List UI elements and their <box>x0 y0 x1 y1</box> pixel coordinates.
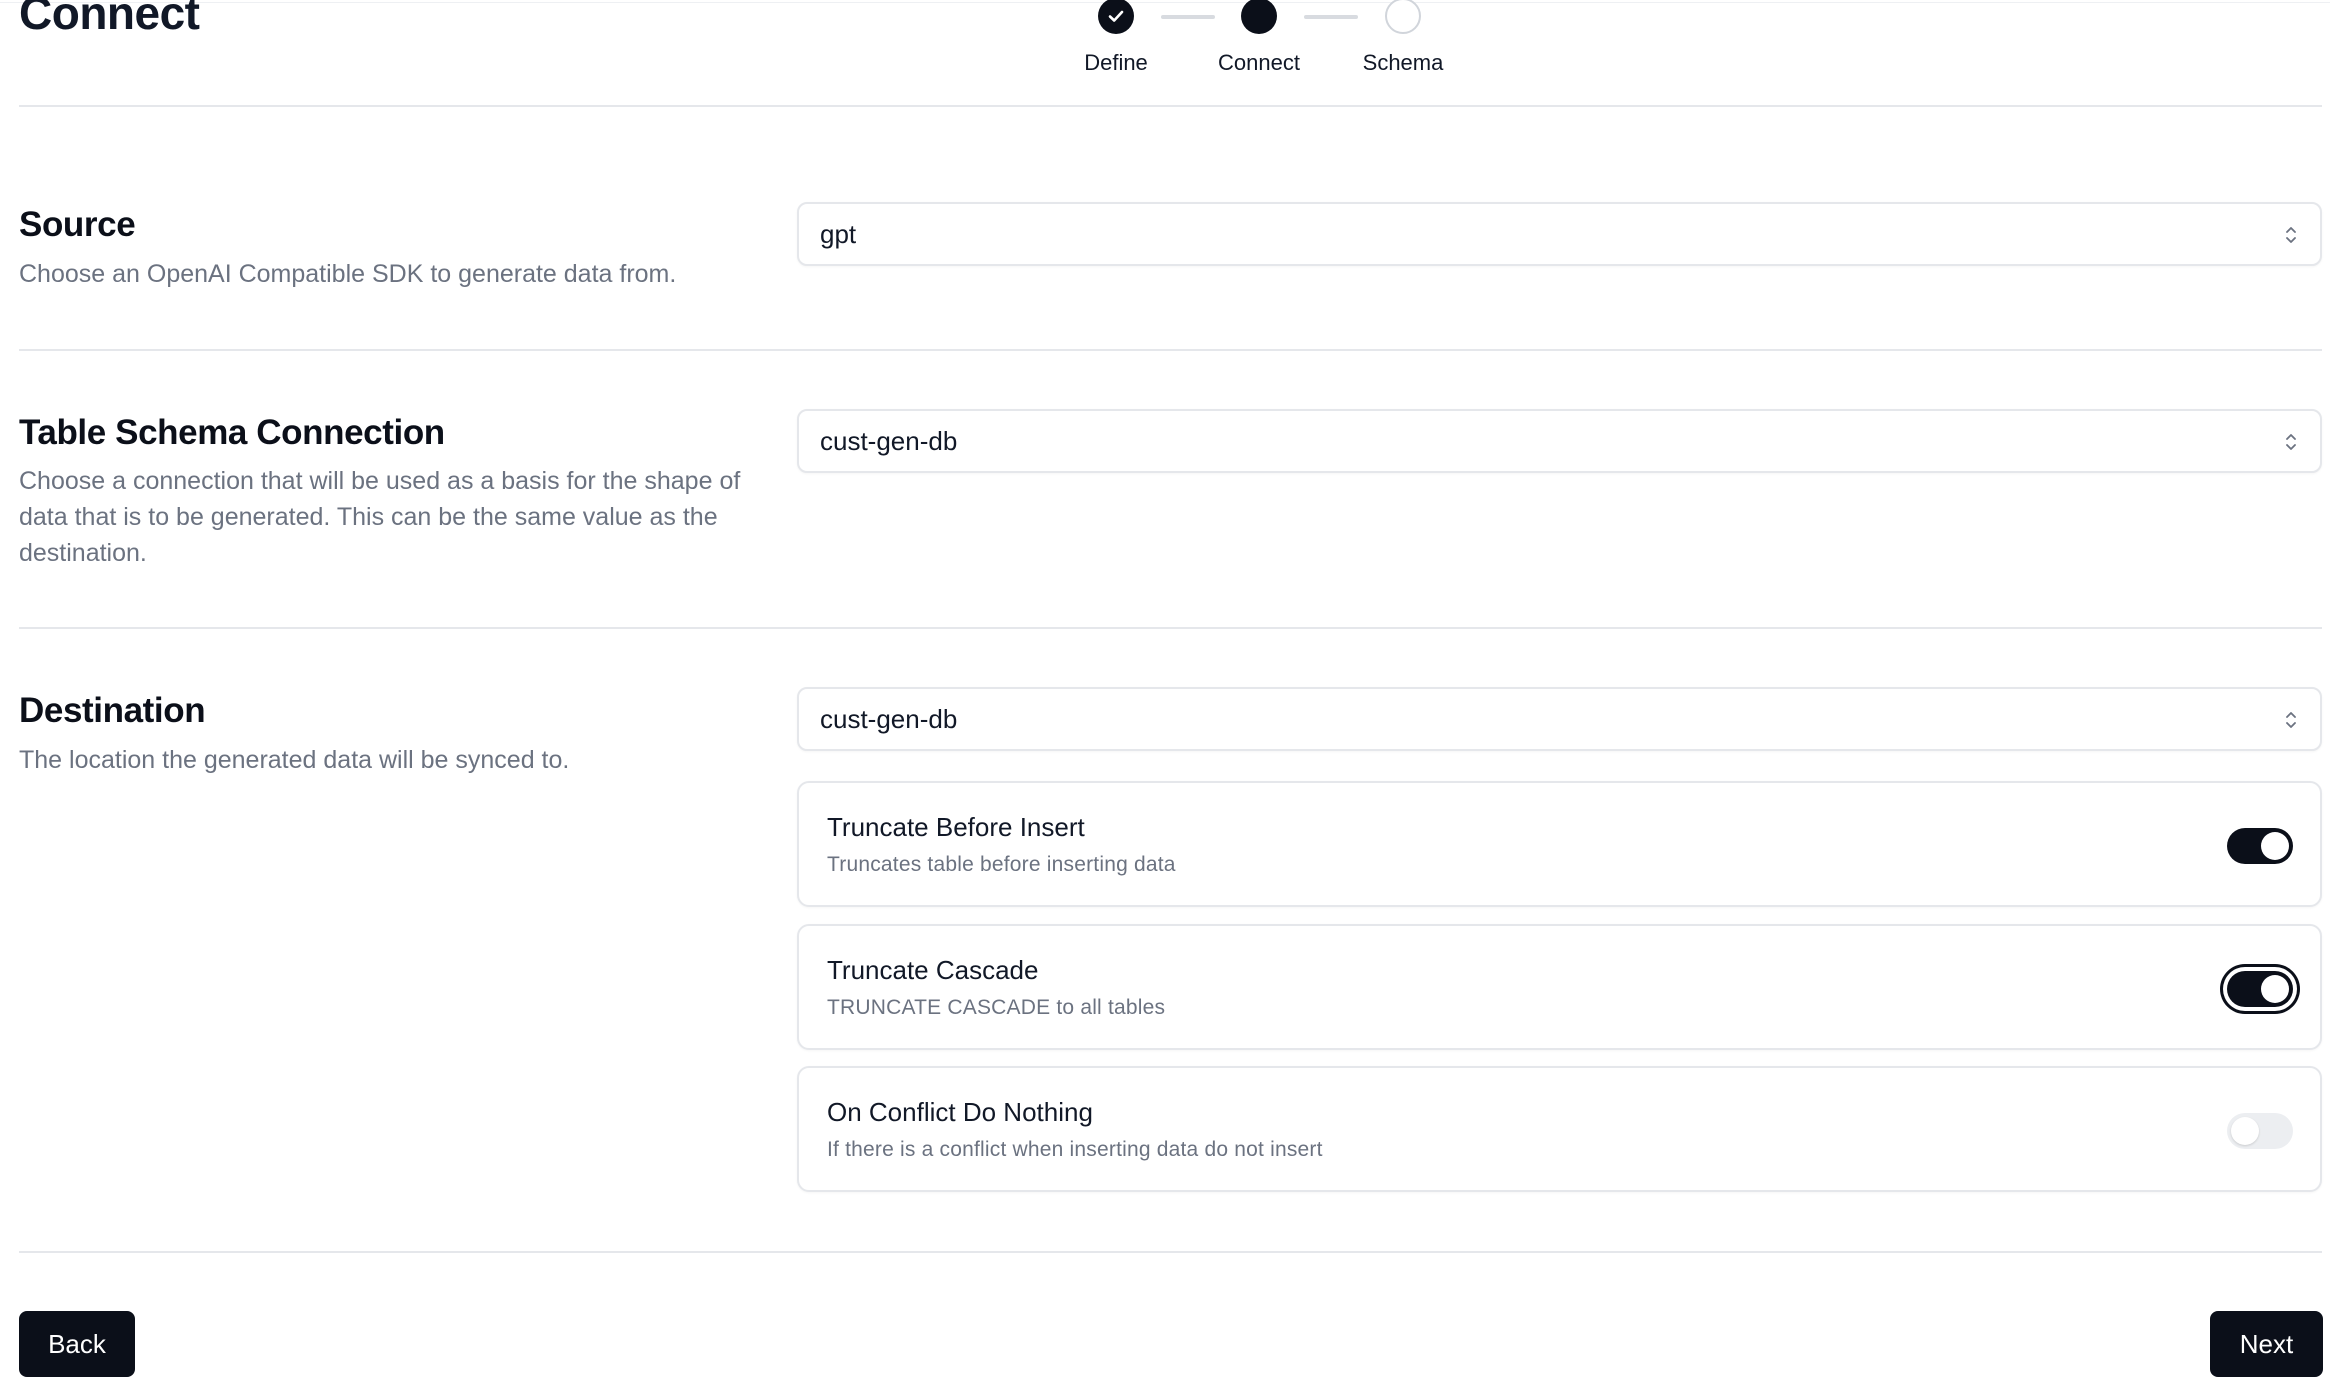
toggle-knob <box>2261 975 2289 1003</box>
truncate-before-insert-toggle[interactable] <box>2227 828 2293 864</box>
option-description: If there is a conflict when inserting da… <box>827 1138 1323 1161</box>
next-button[interactable]: Next <box>2210 1311 2323 1377</box>
option-description: Truncates table before inserting data <box>827 853 1176 876</box>
source-select-value: gpt <box>820 219 857 249</box>
chevron-updown-icon <box>2286 712 2296 728</box>
on-conflict-do-nothing-toggle[interactable] <box>2227 1113 2293 1149</box>
chevron-updown-icon <box>2286 227 2296 243</box>
truncate-cascade-toggle[interactable] <box>2227 971 2293 1007</box>
step-connector <box>1161 15 1215 19</box>
source-select[interactable]: gpt <box>797 202 2322 266</box>
progress-stepper: Define Connect Schema <box>0 0 2330 90</box>
step-connector <box>1304 15 1358 19</box>
option-truncate-cascade: Truncate Cascade TRUNCATE CASCADE to all… <box>797 924 2322 1050</box>
step-connect-circle-icon <box>1241 0 1277 34</box>
toggle-knob <box>2231 1117 2259 1145</box>
option-title: On Conflict Do Nothing <box>827 1097 1093 1127</box>
divider <box>19 105 2322 107</box>
option-description: TRUNCATE CASCADE to all tables <box>827 996 1166 1019</box>
step-label-connect: Connect <box>1218 50 1300 75</box>
source-title: Source <box>19 205 136 244</box>
step-schema-circle-icon <box>1385 0 1421 34</box>
schema-connection-title: Table Schema Connection <box>19 413 445 452</box>
option-on-conflict-do-nothing: On Conflict Do Nothing If there is a con… <box>797 1066 2322 1192</box>
back-button[interactable]: Back <box>19 1311 135 1377</box>
chevron-updown-icon <box>2286 434 2296 450</box>
destination-title: Destination <box>19 691 206 730</box>
step-define-check-icon <box>1098 0 1134 34</box>
option-title: Truncate Cascade <box>827 955 1039 985</box>
toggle-knob <box>2261 832 2289 860</box>
schema-connection-select-value: cust-gen-db <box>820 426 958 456</box>
step-label-define: Define <box>1084 50 1148 75</box>
destination-select[interactable]: cust-gen-db <box>797 687 2322 751</box>
divider <box>19 1251 2322 1253</box>
schema-connection-description: Choose a connection that will be used as… <box>19 467 741 567</box>
source-description: Choose an OpenAI Compatible SDK to gener… <box>19 260 677 288</box>
schema-connection-select[interactable]: cust-gen-db <box>797 409 2322 473</box>
destination-select-value: cust-gen-db <box>820 704 958 734</box>
option-truncate-before-insert: Truncate Before Insert Truncates table b… <box>797 781 2322 907</box>
option-title: Truncate Before Insert <box>827 812 1085 842</box>
divider <box>19 349 2322 351</box>
step-label-schema: Schema <box>1362 50 1444 75</box>
divider <box>19 627 2322 629</box>
destination-description: The location the generated data will be … <box>19 746 570 774</box>
